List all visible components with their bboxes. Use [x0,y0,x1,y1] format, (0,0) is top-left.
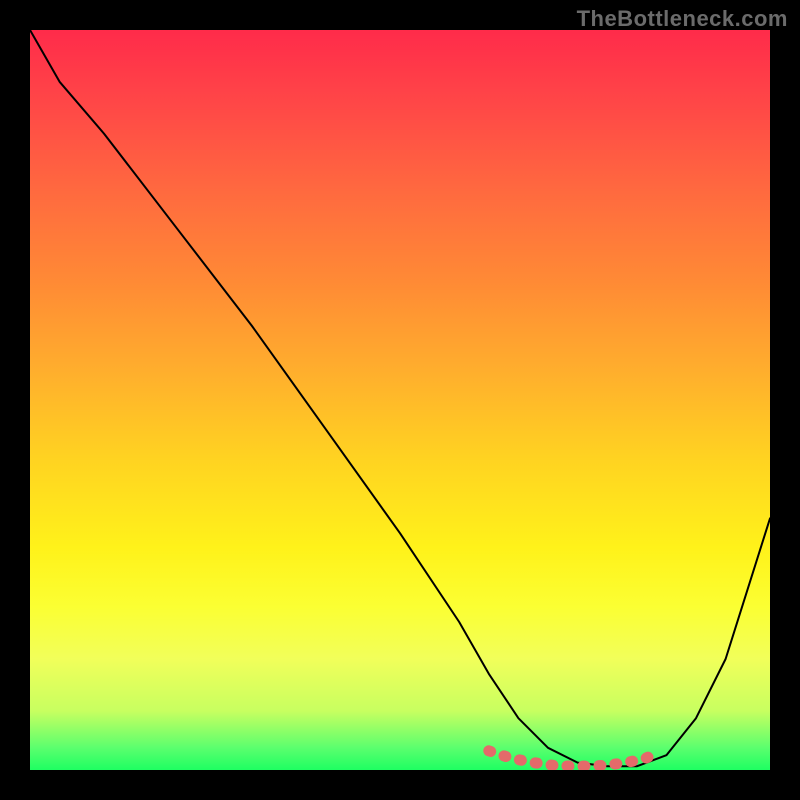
bottleneck-curve [30,30,770,766]
watermark-text: TheBottleneck.com [577,6,788,32]
chart-container: TheBottleneck.com [0,0,800,800]
plot-area [30,30,770,770]
chart-svg [30,30,770,770]
optimal-range-marker [489,751,659,767]
